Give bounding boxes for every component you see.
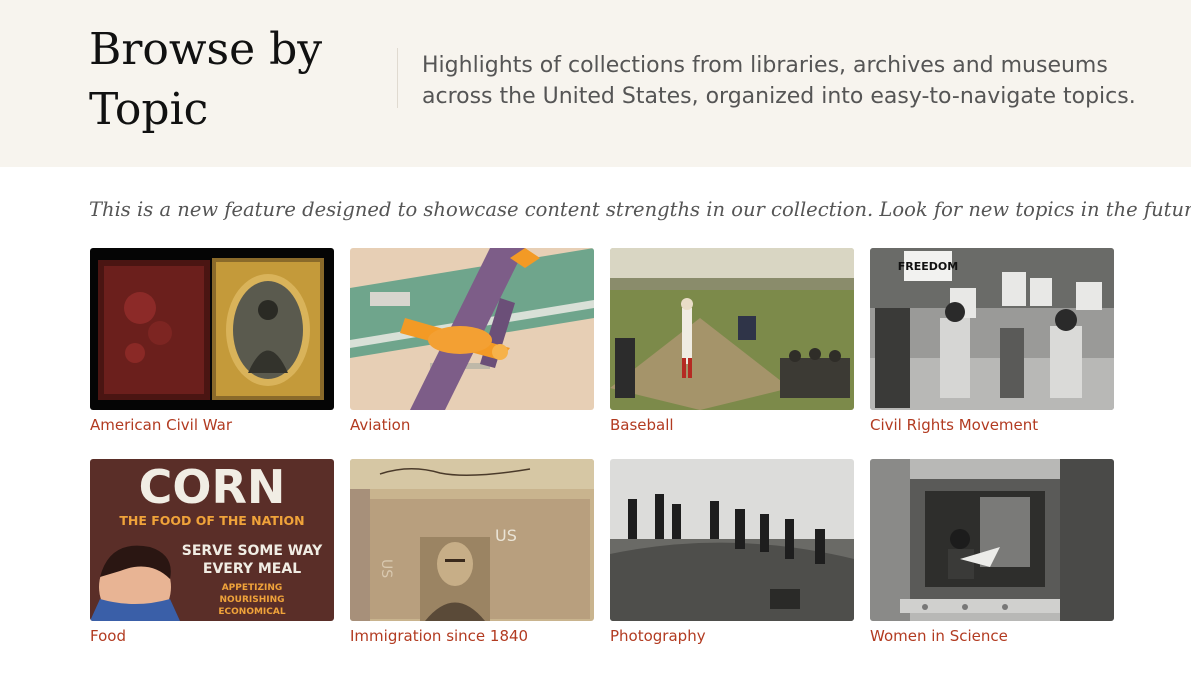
topic-image-women-in-science[interactable] bbox=[870, 459, 1114, 621]
topic-image-food[interactable]: CORN THE FOOD OF THE NATION SERVE SOME W… bbox=[90, 459, 334, 621]
poster-text-economical: ECONOMICAL bbox=[218, 607, 285, 617]
topic-card-baseball[interactable]: Baseball bbox=[610, 248, 854, 448]
topic-image-civil-rights-movement[interactable]: FREEDOM bbox=[870, 248, 1114, 410]
page-title: Browse by Topic bbox=[89, 24, 323, 135]
topic-card-photography[interactable]: Photography bbox=[610, 459, 854, 659]
intro-text: This is a new feature designed to showca… bbox=[89, 198, 1191, 221]
topic-image-photography[interactable] bbox=[610, 459, 854, 621]
page-description: Highlights of collections from libraries… bbox=[422, 53, 1136, 109]
topic-image-american-civil-war[interactable] bbox=[90, 248, 334, 410]
page-header: Browse by Topic Highlights of collection… bbox=[0, 0, 1191, 167]
topic-image-baseball[interactable] bbox=[610, 248, 854, 410]
topic-link-women-in-science[interactable]: Women in Science bbox=[870, 626, 1114, 646]
topic-link-civil-rights-movement[interactable]: Civil Rights Movement bbox=[870, 415, 1114, 435]
passport-text-us-vertical: US bbox=[378, 559, 394, 578]
header-divider bbox=[397, 48, 398, 108]
topic-card-american-civil-war[interactable]: American Civil War bbox=[90, 248, 334, 448]
topic-link-immigration[interactable]: Immigration since 1840 bbox=[350, 626, 594, 646]
topic-image-immigration[interactable]: US US bbox=[350, 459, 594, 621]
topic-link-american-civil-war[interactable]: American Civil War bbox=[90, 415, 334, 435]
topic-link-baseball[interactable]: Baseball bbox=[610, 415, 854, 435]
topic-card-women-in-science[interactable]: Women in Science bbox=[870, 459, 1114, 659]
topic-link-food[interactable]: Food bbox=[90, 626, 334, 646]
poster-text-serve: SERVE SOME WAY bbox=[182, 543, 323, 559]
sign-text-freedom: FREEDOM bbox=[898, 260, 958, 273]
passport-text-us: US bbox=[495, 526, 517, 545]
poster-text-every-meal: EVERY MEAL bbox=[203, 561, 301, 577]
poster-text-corn: CORN bbox=[139, 460, 286, 514]
topic-card-immigration[interactable]: US US Immigration since 1840 bbox=[350, 459, 594, 659]
poster-text-nourishing: NOURISHING bbox=[219, 595, 284, 605]
poster-text-appetizing: APPETIZING bbox=[222, 583, 283, 593]
topic-card-civil-rights-movement[interactable]: FREEDOM Civil Rights Movement bbox=[870, 248, 1114, 448]
poster-text-food-of-nation: THE FOOD OF THE NATION bbox=[119, 513, 304, 528]
topic-link-aviation[interactable]: Aviation bbox=[350, 415, 594, 435]
topic-card-aviation[interactable]: Aviation bbox=[350, 248, 594, 448]
topic-link-photography[interactable]: Photography bbox=[610, 626, 854, 646]
topic-image-aviation[interactable] bbox=[350, 248, 594, 410]
topic-card-food[interactable]: CORN THE FOOD OF THE NATION SERVE SOME W… bbox=[90, 459, 334, 659]
